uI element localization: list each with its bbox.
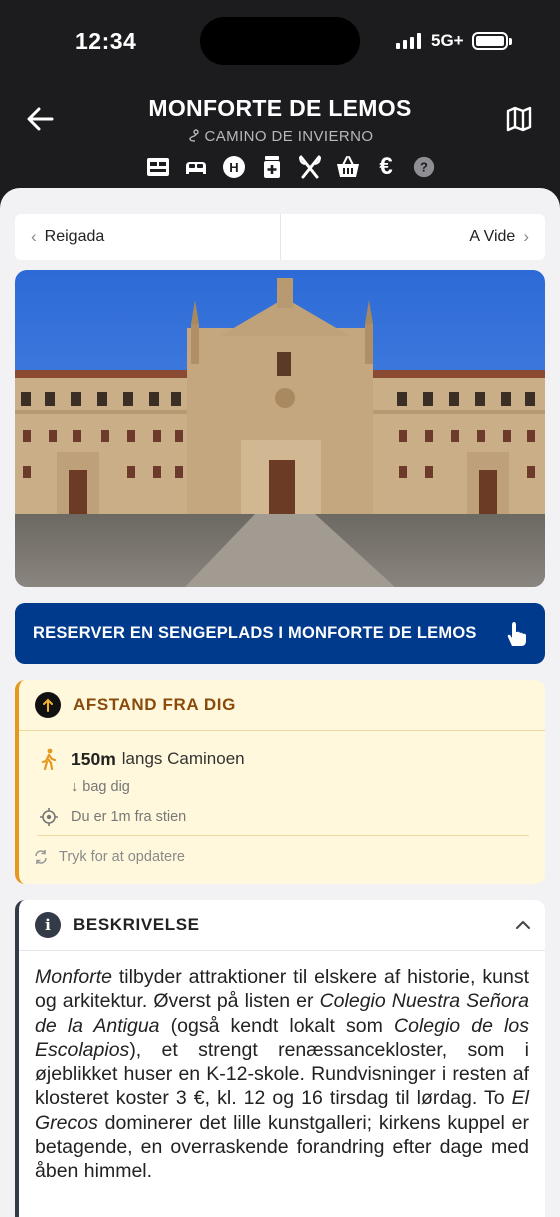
refresh-text: Tryk for at opdatere (59, 849, 185, 865)
chevron-right-icon: › (523, 227, 529, 246)
desc-part: dominerer det lille kunstgalleri; kirken… (35, 1111, 529, 1183)
distance-along-label: langs Caminoen (121, 749, 245, 768)
direction-arrow-icon (35, 692, 61, 718)
distance-along: 150m langs Caminoen (39, 748, 245, 770)
amenity-icons: H € ? (145, 153, 437, 180)
shop-basket-icon (335, 154, 361, 180)
description-text: Monforte tilbyder attraktioner til elske… (19, 951, 545, 1184)
dynamic-island (200, 17, 360, 65)
status-time: 12:34 (75, 28, 137, 54)
desc-town: Monforte (35, 966, 112, 988)
town-photo[interactable] (15, 270, 545, 587)
walking-icon (41, 748, 57, 770)
svg-text:H: H (229, 160, 238, 175)
signal-icon (396, 33, 421, 49)
distance-value: 150m (71, 748, 116, 769)
status-bar: 12:34 5G+ (0, 0, 560, 86)
direction-behind: ↓ bag dig (71, 779, 130, 795)
distance-title: AFSTAND FRA DIG (73, 695, 236, 714)
chevron-up-icon[interactable] (515, 917, 531, 933)
distance-card[interactable]: AFSTAND FRA DIG 150m langs Caminoen ↓ ba… (15, 680, 545, 884)
pharmacy-icon (259, 154, 285, 180)
albergue-icon (145, 154, 171, 180)
offtrail-text: Du er 1m fra stien (71, 809, 187, 825)
next-stop-link[interactable]: A Vide › (279, 214, 546, 260)
route-subtitle: CAMINO DE INVIERNO (0, 128, 560, 145)
distance-header: AFSTAND FRA DIG (19, 680, 545, 731)
refresh-icon (35, 850, 47, 864)
svg-text:?: ? (420, 160, 428, 175)
desc-part: (også kendt lokalt som (159, 1014, 394, 1037)
tap-hand-icon (507, 622, 526, 646)
stage-navigation: ‹ Reigada A Vide › (15, 214, 545, 260)
page-title: MONFORTE DE LEMOS (148, 95, 412, 121)
chevron-left-icon: ‹ (31, 227, 37, 246)
prev-stop-label: Reigada (44, 228, 105, 245)
header: MONFORTE DE LEMOS CAMINO DE INVIERNO H € (0, 86, 560, 190)
offtrail-row: Du er 1m fra stien (39, 807, 186, 827)
euro-symbol: € (379, 153, 393, 180)
description-card: i BESKRIVELSE Monforte tilbyder attrakti… (15, 900, 545, 1217)
divider (37, 835, 529, 836)
map-icon[interactable] (504, 104, 534, 134)
route-icon (188, 129, 199, 142)
description-title: BESKRIVELSE (73, 915, 200, 934)
description-header[interactable]: i BESKRIVELSE (19, 900, 545, 951)
hotel-icon: H (221, 154, 247, 180)
location-target-icon (40, 808, 58, 826)
info-icon: i (35, 912, 61, 938)
content-sheet: ‹ Reigada A Vide › RESERVER EN SENGEPLAD… (0, 188, 560, 1217)
euro-icon: € (373, 153, 399, 180)
battery-icon (472, 32, 512, 50)
reserve-bed-button[interactable]: RESERVER EN SENGEPLADS I MONFORTE DE LEM… (15, 603, 545, 664)
route-name: CAMINO DE INVIERNO (204, 128, 374, 145)
prev-stop-link[interactable]: ‹ Reigada (15, 214, 280, 260)
network-label: 5G+ (431, 31, 464, 50)
bed-icon (183, 154, 209, 180)
refresh-row[interactable]: Tryk for at opdatere (33, 849, 185, 865)
restaurant-icon (297, 154, 323, 180)
monastery-illustration (15, 270, 545, 587)
next-stop-label: A Vide (469, 228, 516, 245)
help-icon[interactable]: ? (411, 154, 437, 180)
reserve-label: RESERVER EN SENGEPLADS I MONFORTE DE LEM… (33, 624, 477, 642)
